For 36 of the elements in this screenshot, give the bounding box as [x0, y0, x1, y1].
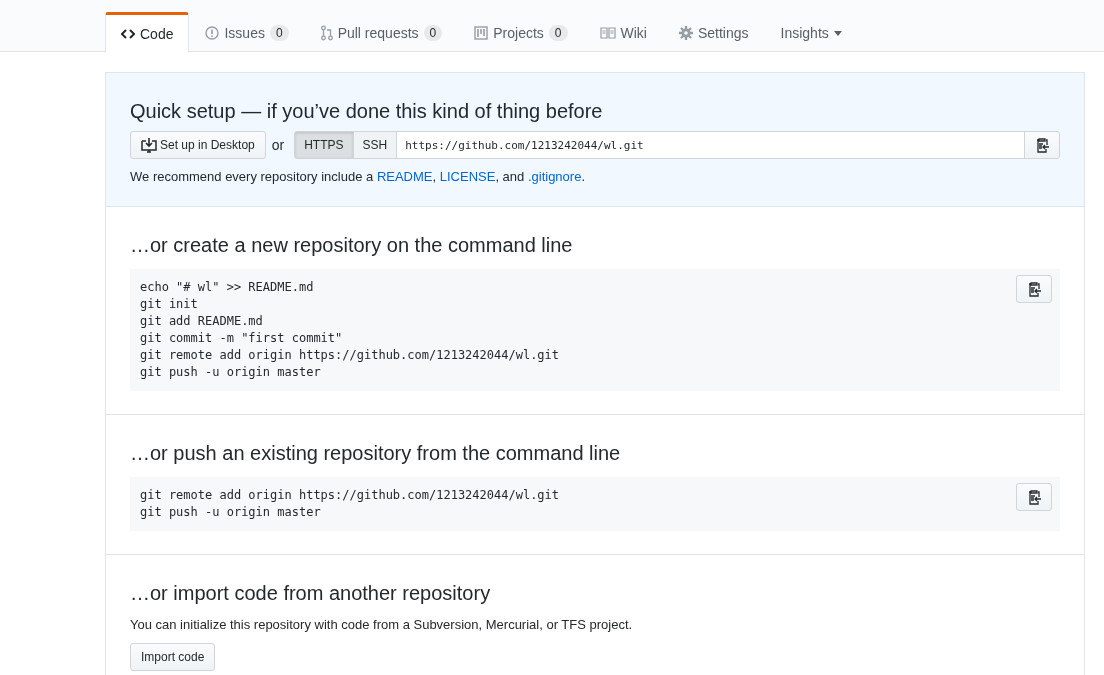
- copy-button[interactable]: [1016, 483, 1052, 511]
- desktop-download-icon: [141, 137, 157, 153]
- setup-desktop-button[interactable]: Set up in Desktop: [130, 131, 266, 159]
- pull-request-icon: [320, 25, 333, 41]
- book-icon: [599, 27, 616, 39]
- settings-icon: [678, 26, 693, 40]
- protocol-toggle[interactable]: SSH: [352, 131, 398, 159]
- nav-tab[interactable]: Insights: [764, 12, 858, 52]
- copy-button[interactable]: [1024, 131, 1060, 159]
- clipboard-icon: [1035, 137, 1049, 153]
- code-icon: [121, 27, 135, 40]
- nav-tab[interactable]: Projects 0: [458, 12, 584, 52]
- section-title: …or create a new repository on the command line: [130, 233, 574, 258]
- doc-link[interactable]: README: [376, 169, 433, 184]
- nav-tab[interactable]: Wiki: [583, 12, 663, 52]
- clipboard-icon: [1027, 489, 1041, 505]
- section-title: Quick setup — if you’ve done this kind of thing before: [130, 99, 604, 124]
- nav-tab[interactable]: Issues 0: [189, 12, 305, 52]
- import-description: You can initialize this repository with code from a Subversion, Mercurial, or TFS project.: [130, 617, 634, 632]
- issue-icon: [205, 26, 220, 40]
- nav-tab[interactable]: Code: [105, 12, 190, 53]
- recommendation-text: We recommend every repository include a README, LICENSE, and .gitignore.: [130, 169, 586, 184]
- copy-button[interactable]: [1016, 275, 1052, 303]
- or-label: or: [271, 137, 286, 153]
- nav-tab[interactable]: Pull requests 0: [304, 12, 459, 52]
- section-title: …or import code from another repository: [130, 581, 492, 606]
- caret-icon: [833, 30, 842, 36]
- code-text: git remote add origin https://github.com/1213242044/wl.git git push -u origin master: [140, 487, 560, 521]
- section-title: …or push an existing repository from the command line: [130, 441, 622, 466]
- nav-tab[interactable]: Settings: [662, 12, 765, 52]
- code-text: echo "# wl" >> README.md git init git add README.md git commit -m "first commit" git remote add origin https://github.com/1213242044/wl.git git push -u origin master: [140, 279, 560, 381]
- import-code-button[interactable]: Import code: [130, 643, 216, 671]
- protocol-toggle[interactable]: HTTPS: [294, 131, 354, 159]
- project-board-icon: [474, 26, 489, 40]
- clone-url-field[interactable]: https://github.com/1213242044/wl.git: [396, 131, 1025, 159]
- clipboard-icon: [1027, 281, 1041, 297]
